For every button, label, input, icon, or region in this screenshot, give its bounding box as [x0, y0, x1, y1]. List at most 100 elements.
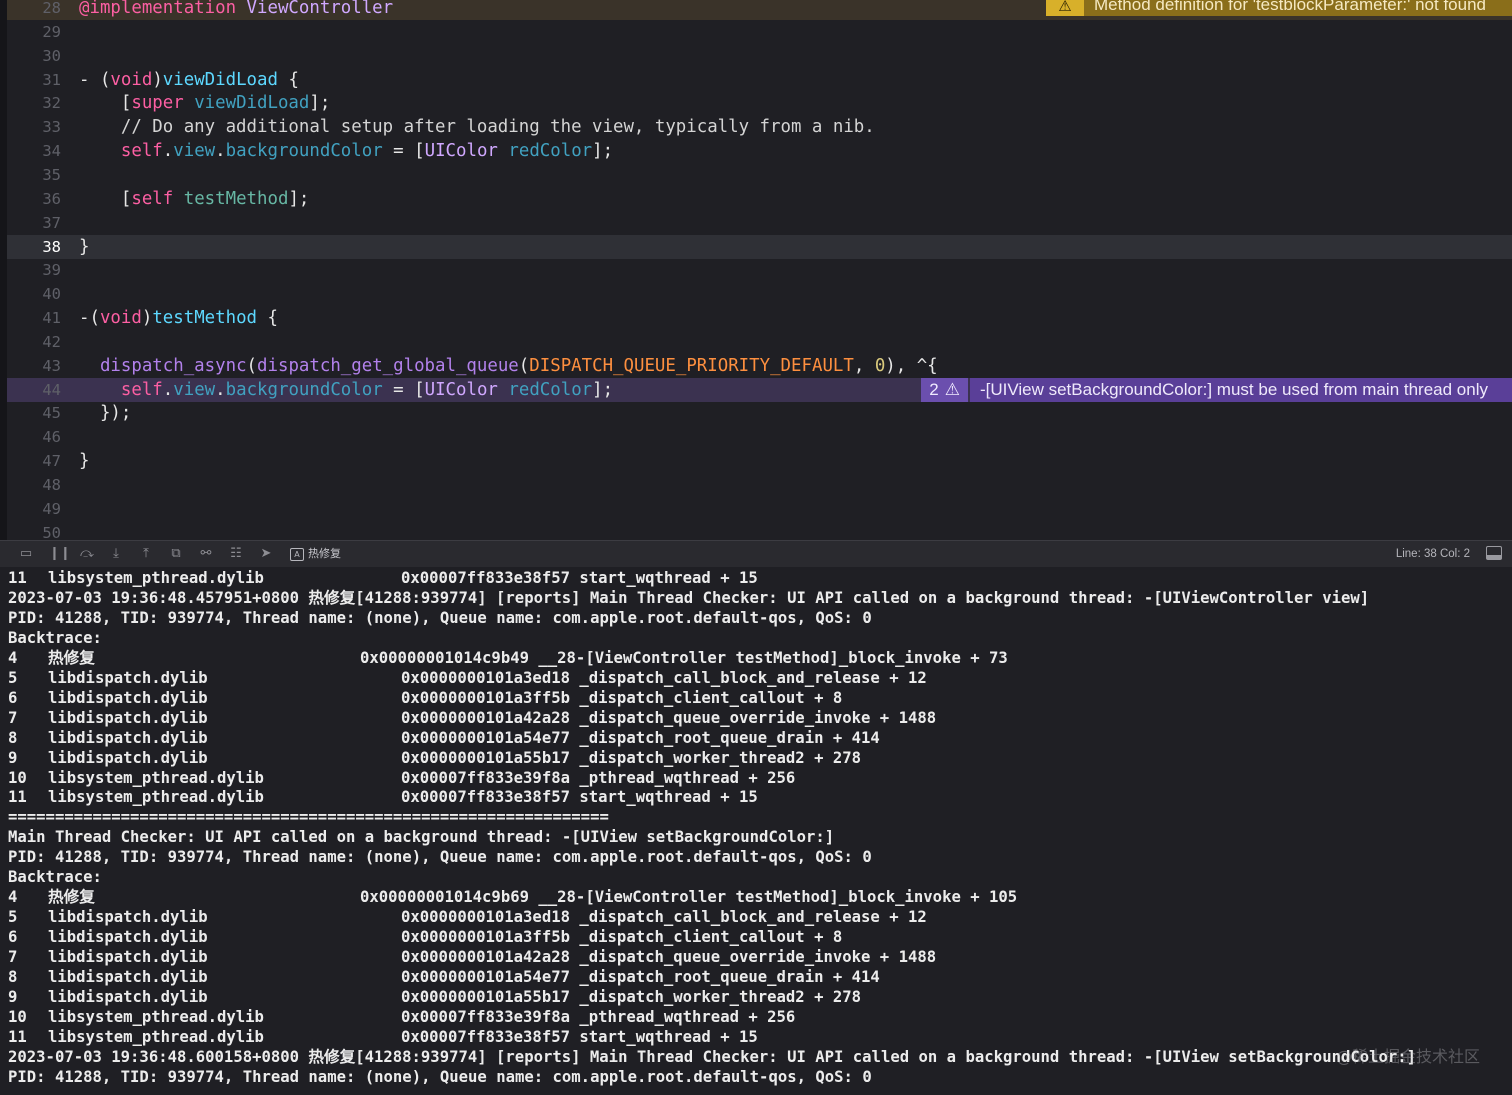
frame-index: 11 [8, 1027, 27, 1046]
code-token: testMethod [152, 308, 258, 329]
hide-console-icon[interactable]: ▭ [18, 546, 34, 562]
code-text[interactable]: self.view.backgroundColor = [UIColor red… [79, 378, 613, 402]
code-line[interactable]: 50 [7, 521, 1512, 540]
code-line[interactable]: 43 dispatch_async(dispatch_get_global_qu… [7, 354, 1512, 378]
code-token: } [79, 451, 90, 472]
code-line[interactable]: 35 [7, 163, 1512, 187]
frame-library: libsystem_pthread.dylib [48, 569, 264, 587]
code-token: dispatch_get_global_queue [257, 355, 519, 376]
code-line[interactable]: 45 }); [7, 401, 1512, 425]
frame-library: 热修复 [48, 888, 95, 907]
code-line[interactable]: 34 self.view.backgroundColor = [UIColor … [7, 139, 1512, 163]
code-line[interactable]: 47} [7, 449, 1512, 473]
frame-symbol: 0x00000001014c9b69 __28-[ViewController … [360, 888, 1018, 907]
code-line[interactable]: 49 [7, 497, 1512, 521]
code-line[interactable]: 29 [7, 20, 1512, 44]
code-text[interactable]: - (void)viewDidLoad { [79, 68, 299, 92]
code-line[interactable]: 42 [7, 330, 1512, 354]
line-number[interactable]: 46 [7, 425, 61, 449]
debug-console[interactable]: 11 libsystem_pthread.dylib 0x00007ff833e38… [0, 567, 1512, 1095]
line-number[interactable]: 32 [7, 91, 61, 115]
code-text[interactable]: [super viewDidLoad]; [79, 91, 330, 115]
line-number[interactable]: 45 [7, 401, 61, 425]
line-number[interactable]: 33 [7, 115, 61, 139]
warning-message: Method definition for 'testblockParamete… [1083, 0, 1512, 16]
code-line[interactable]: 38} [7, 234, 1512, 259]
code-line[interactable]: 31 - (void)viewDidLoad { [7, 68, 1512, 92]
variables-panel-toggle-icon[interactable] [1486, 546, 1502, 560]
issue-count-badge[interactable]: 2 ⚠ [921, 377, 968, 402]
code-text[interactable]: }); [79, 401, 131, 425]
code-line[interactable]: 46 [7, 425, 1512, 449]
code-text[interactable]: // Do any additional setup after loading… [79, 115, 875, 139]
code-text[interactable]: dispatch_async(dispatch_get_global_queue… [79, 354, 938, 378]
line-number[interactable]: 30 [7, 44, 61, 68]
line-number[interactable]: 41 [7, 306, 61, 330]
frame-index: 9 [8, 987, 18, 1006]
step-over-icon[interactable]: ⤼ [79, 546, 95, 562]
console-line: 5 libdispatch.dylib 0x0000000101a3ed18 _di… [8, 907, 927, 927]
code-line[interactable]: 36 [self testMethod]; [7, 187, 1512, 211]
code-token: ]; [288, 188, 310, 209]
step-into-icon[interactable]: ⤓ [108, 546, 124, 562]
line-number[interactable]: 28 [7, 0, 61, 20]
line-number[interactable]: 47 [7, 449, 61, 473]
line-number[interactable]: 48 [7, 473, 61, 497]
line-number[interactable]: 37 [7, 211, 61, 235]
code-text[interactable]: -(void)testMethod { [79, 306, 278, 330]
step-out-icon[interactable]: ⤒ [138, 546, 154, 562]
code-text[interactable]: } [79, 235, 89, 259]
code-token: -( [79, 308, 100, 329]
console-line: 7 libdispatch.dylib 0x0000000101a42a28 _di… [8, 708, 936, 728]
code-editor[interactable]: 28 @implementation ViewController ⚠ Method … [0, 0, 1512, 540]
line-number[interactable]: 38 [7, 235, 61, 259]
process-selector[interactable]: A 热修复 [290, 545, 341, 563]
code-text[interactable]: self.view.backgroundColor = [UIColor red… [79, 139, 613, 163]
code-token: }); [79, 403, 132, 424]
code-token: ) [152, 69, 163, 90]
memory-graph-icon[interactable]: ⚯ [198, 546, 214, 562]
code-token: 0 [874, 355, 886, 376]
line-number[interactable]: 43 [7, 354, 61, 378]
environment-icon[interactable]: ☷ [228, 546, 244, 562]
line-number[interactable]: 36 [7, 187, 61, 211]
code-line[interactable]: 40 [7, 282, 1512, 306]
pause-icon[interactable]: ❙❙ [49, 546, 71, 562]
compiler-warning-banner[interactable]: ⚠ Method definition for 'testblockParamet… [1045, 0, 1512, 16]
line-number[interactable]: 35 [7, 163, 61, 187]
code-text[interactable]: } [79, 449, 89, 473]
code-line[interactable]: 39 [7, 258, 1512, 282]
location-icon[interactable]: ➤ [258, 546, 274, 562]
line-number[interactable]: 42 [7, 330, 61, 354]
frame-symbol: 0x00007ff833e38f57 start_wqthread + 15 [401, 1027, 758, 1046]
line-number[interactable]: 44 [7, 378, 61, 402]
runtime-issue-banner[interactable]: 2 ⚠ -[UIView setBackgroundColor:] must be … [921, 377, 1512, 402]
code-line[interactable]: 30 [7, 44, 1512, 68]
frame-index: 7 [8, 948, 18, 967]
code-line[interactable]: 33 // Do any additional setup after load… [7, 115, 1512, 139]
code-text[interactable]: [self testMethod]; [79, 187, 310, 211]
console-line: 6 libdispatch.dylib 0x0000000101a3ff5b _di… [8, 927, 842, 947]
line-number[interactable]: 39 [7, 258, 61, 282]
code-line[interactable]: 48 [7, 473, 1512, 497]
code-token: backgroundColor [225, 141, 383, 162]
frame-index: 4 [8, 888, 18, 907]
line-number[interactable]: 40 [7, 282, 61, 306]
code-line[interactable]: 37 [7, 211, 1512, 235]
code-line[interactable]: 41 -(void)testMethod { [7, 306, 1512, 330]
code-line[interactable]: 44 self.view.backgroundColor = [UIColor … [7, 377, 1512, 402]
warning-triangle-icon: ⚠ [944, 379, 960, 399]
line-number[interactable]: 29 [7, 20, 61, 44]
frame-index: 6 [8, 928, 18, 947]
frame-symbol: 0x0000000101a42a28 _dispatch_queue_overr… [401, 948, 937, 967]
frame-library: libsystem_pthread.dylib [48, 788, 264, 807]
code-line[interactable]: 28 @implementation ViewController ⚠ Method … [7, 0, 1512, 20]
code-line[interactable]: 32 [super viewDidLoad]; [7, 91, 1512, 115]
view-hierarchy-icon[interactable]: ⧉ [168, 546, 184, 562]
line-number[interactable]: 49 [7, 497, 61, 521]
line-number[interactable]: 31 [7, 68, 61, 92]
console-text: PID: 41288, TID: 939774, Thread name: (n… [8, 1067, 872, 1086]
code-text[interactable]: @implementation ViewController [79, 0, 393, 20]
line-number[interactable]: 50 [7, 521, 61, 540]
line-number[interactable]: 34 [7, 139, 61, 163]
